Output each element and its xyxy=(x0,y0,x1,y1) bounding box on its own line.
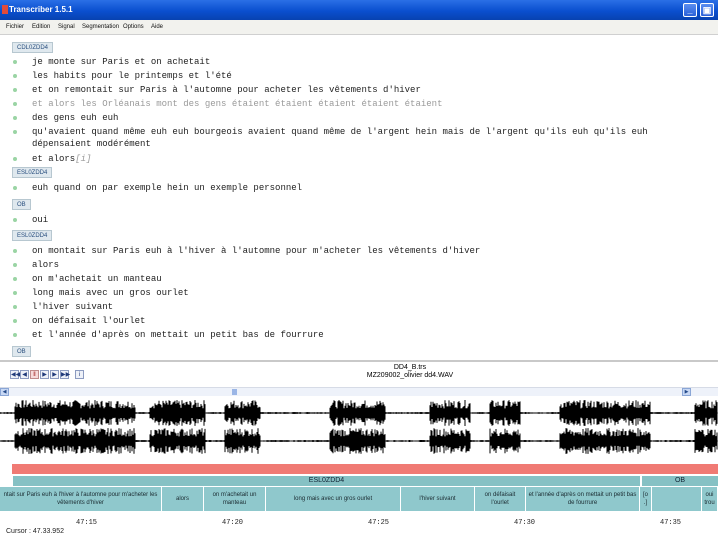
play-icon[interactable]: ▶ xyxy=(40,370,49,379)
utterance-line[interactable]: des gens euh euh xyxy=(32,112,712,124)
utterance-line[interactable]: et alors les Orléanais mont des gens éta… xyxy=(32,98,712,110)
utterance-line[interactable]: les habits pour le printemps et l'été xyxy=(32,70,712,82)
menu-edition[interactable]: Edition xyxy=(32,24,50,30)
speaker-tag[interactable]: OB xyxy=(12,346,31,357)
waveform[interactable] xyxy=(0,396,718,458)
segment[interactable] xyxy=(652,487,702,511)
segment-strip: ntait sur Paris euh à l'hiver à l'automn… xyxy=(0,487,718,511)
utterance-line[interactable]: et l'année d'après on mettait un petit b… xyxy=(32,329,712,341)
time-axis: 47:15 47:20 47:25 47:30 47:35 xyxy=(0,513,718,527)
utterance-line[interactable]: on m'achetait un manteau xyxy=(32,273,712,285)
speaker-segment[interactable]: ESL0ZDD4 xyxy=(12,476,640,486)
bullet-icon xyxy=(13,333,17,337)
segment[interactable]: l'hiver suivant xyxy=(401,487,475,511)
bullet-icon xyxy=(13,319,17,323)
rewind-icon[interactable]: ◀ xyxy=(20,370,29,379)
scroll-right-icon[interactable]: ▶ xyxy=(682,388,691,396)
app-icon xyxy=(2,5,8,14)
bullet-icon xyxy=(13,305,17,309)
trs-filename: DD4_B.trs xyxy=(393,364,427,371)
speaker-segment[interactable]: OB xyxy=(641,476,718,486)
utterance-line[interactable]: et on remontait sur Paris à l'automne po… xyxy=(32,84,712,96)
bullet-icon xyxy=(13,130,17,134)
cursor-readout: Cursor : 47.33.952 xyxy=(6,528,64,535)
bullet-icon xyxy=(13,102,17,106)
segment[interactable]: on défaisait l'ourlet xyxy=(475,487,526,511)
pause-icon[interactable]: ‖ xyxy=(30,370,39,379)
bullet-icon xyxy=(13,263,17,267)
speaker-tag[interactable]: ESL0ZDD4 xyxy=(12,167,53,178)
time-tick: 47:35 xyxy=(660,519,682,527)
forward-icon[interactable]: ▶ xyxy=(50,370,59,379)
bullet-icon xyxy=(13,249,17,253)
menu-bar: Fichier Edition Signal Segmentation Opti… xyxy=(0,20,718,35)
minimize-icon[interactable]: _ xyxy=(683,3,697,17)
utterance-line[interactable]: euh quand on par exemple hein un exemple… xyxy=(32,182,712,194)
segment[interactable]: [o .] xyxy=(640,487,652,511)
utterance-line[interactable]: on défaisait l'ourlet xyxy=(32,315,712,327)
maximize-icon[interactable]: ▣ xyxy=(700,3,714,17)
topic-band[interactable] xyxy=(12,464,718,474)
waveform-scrollbar[interactable]: ◀ ▶ xyxy=(0,387,718,396)
transcript-editor[interactable]: CDL0ZDD4 je monte sur Paris et on acheta… xyxy=(0,36,718,360)
speaker-tag[interactable]: OB xyxy=(12,199,31,210)
bullet-icon xyxy=(13,277,17,281)
utterance-line[interactable]: oui xyxy=(32,214,712,226)
segment[interactable]: on m'achetait un manteau xyxy=(204,487,266,511)
utterance-line[interactable]: je monte sur Paris et on achetait xyxy=(32,56,712,68)
time-tick: 47:25 xyxy=(368,519,390,527)
utterance-line[interactable]: on montait sur Paris euh à l'hiver à l'a… xyxy=(32,245,712,257)
scroll-left-icon[interactable]: ◀ xyxy=(0,388,9,396)
speaker-tag[interactable]: ESL0ZDD4 xyxy=(12,230,53,241)
menu-signal[interactable]: Signal xyxy=(58,24,75,30)
bullet-icon xyxy=(13,116,17,120)
file-info: DD4_B.trs MZ209002_olivier dd4.WAV xyxy=(330,364,490,380)
info-icon[interactable]: i xyxy=(75,370,84,379)
segment[interactable]: et l'année d'après on mettait un petit b… xyxy=(526,487,640,511)
segmentation-panel: ESL0ZDD4 OB ntait sur Paris euh à l'hive… xyxy=(0,458,718,540)
forward-fast-icon[interactable]: ▶▶ xyxy=(60,370,70,379)
window-title: Transcriber 1.5.1 xyxy=(9,5,73,14)
scroll-thumb[interactable] xyxy=(232,389,237,395)
menu-aide[interactable]: Aide xyxy=(151,24,163,30)
rewind-fast-icon[interactable]: ◀◀ xyxy=(10,370,20,379)
segment[interactable]: alors xyxy=(162,487,204,511)
speaker-tag[interactable]: CDL0ZDD4 xyxy=(12,42,54,53)
utterance-line[interactable]: long mais avec un gros ourlet xyxy=(32,287,712,299)
bullet-icon xyxy=(13,60,17,64)
menu-fichier[interactable]: Fichier xyxy=(6,24,24,30)
segment[interactable]: ntait sur Paris euh à l'hiver à l'automn… xyxy=(0,487,162,511)
bullet-icon xyxy=(13,218,17,222)
title-bar: Transcriber 1.5.1 _ ▣ xyxy=(0,0,718,20)
time-tick: 47:15 xyxy=(76,519,98,527)
utterance-line[interactable]: alors xyxy=(32,259,712,271)
utterance-line[interactable]: qu'avaient quand même euh euh bourgeois … xyxy=(32,126,712,150)
wav-filename: MZ209002_olivier dd4.WAV xyxy=(366,372,454,379)
utterance-line[interactable]: l'hiver suivant xyxy=(32,301,712,313)
bullet-icon xyxy=(13,157,17,161)
menu-segmentation[interactable]: Segmentation xyxy=(82,24,119,30)
bullet-icon xyxy=(13,186,17,190)
time-tick: 47:30 xyxy=(514,519,536,527)
menu-options[interactable]: Options xyxy=(123,24,144,30)
segment[interactable]: long mais avec un gros ourlet xyxy=(266,487,401,511)
time-tick: 47:20 xyxy=(222,519,244,527)
bullet-icon xyxy=(13,88,17,92)
bullet-icon xyxy=(13,74,17,78)
utterance-text: et alors xyxy=(32,154,76,164)
utterance-line[interactable]: et alors[i] xyxy=(32,153,712,165)
segment[interactable]: oui trou xyxy=(702,487,718,511)
playback-toolbar: ◀◀ ◀ ‖ ▶ ▶ ▶▶ i DD4_B.trs MZ209002_olivi… xyxy=(0,362,718,388)
noise-event: [i] xyxy=(75,154,92,164)
bullet-icon xyxy=(13,291,17,295)
